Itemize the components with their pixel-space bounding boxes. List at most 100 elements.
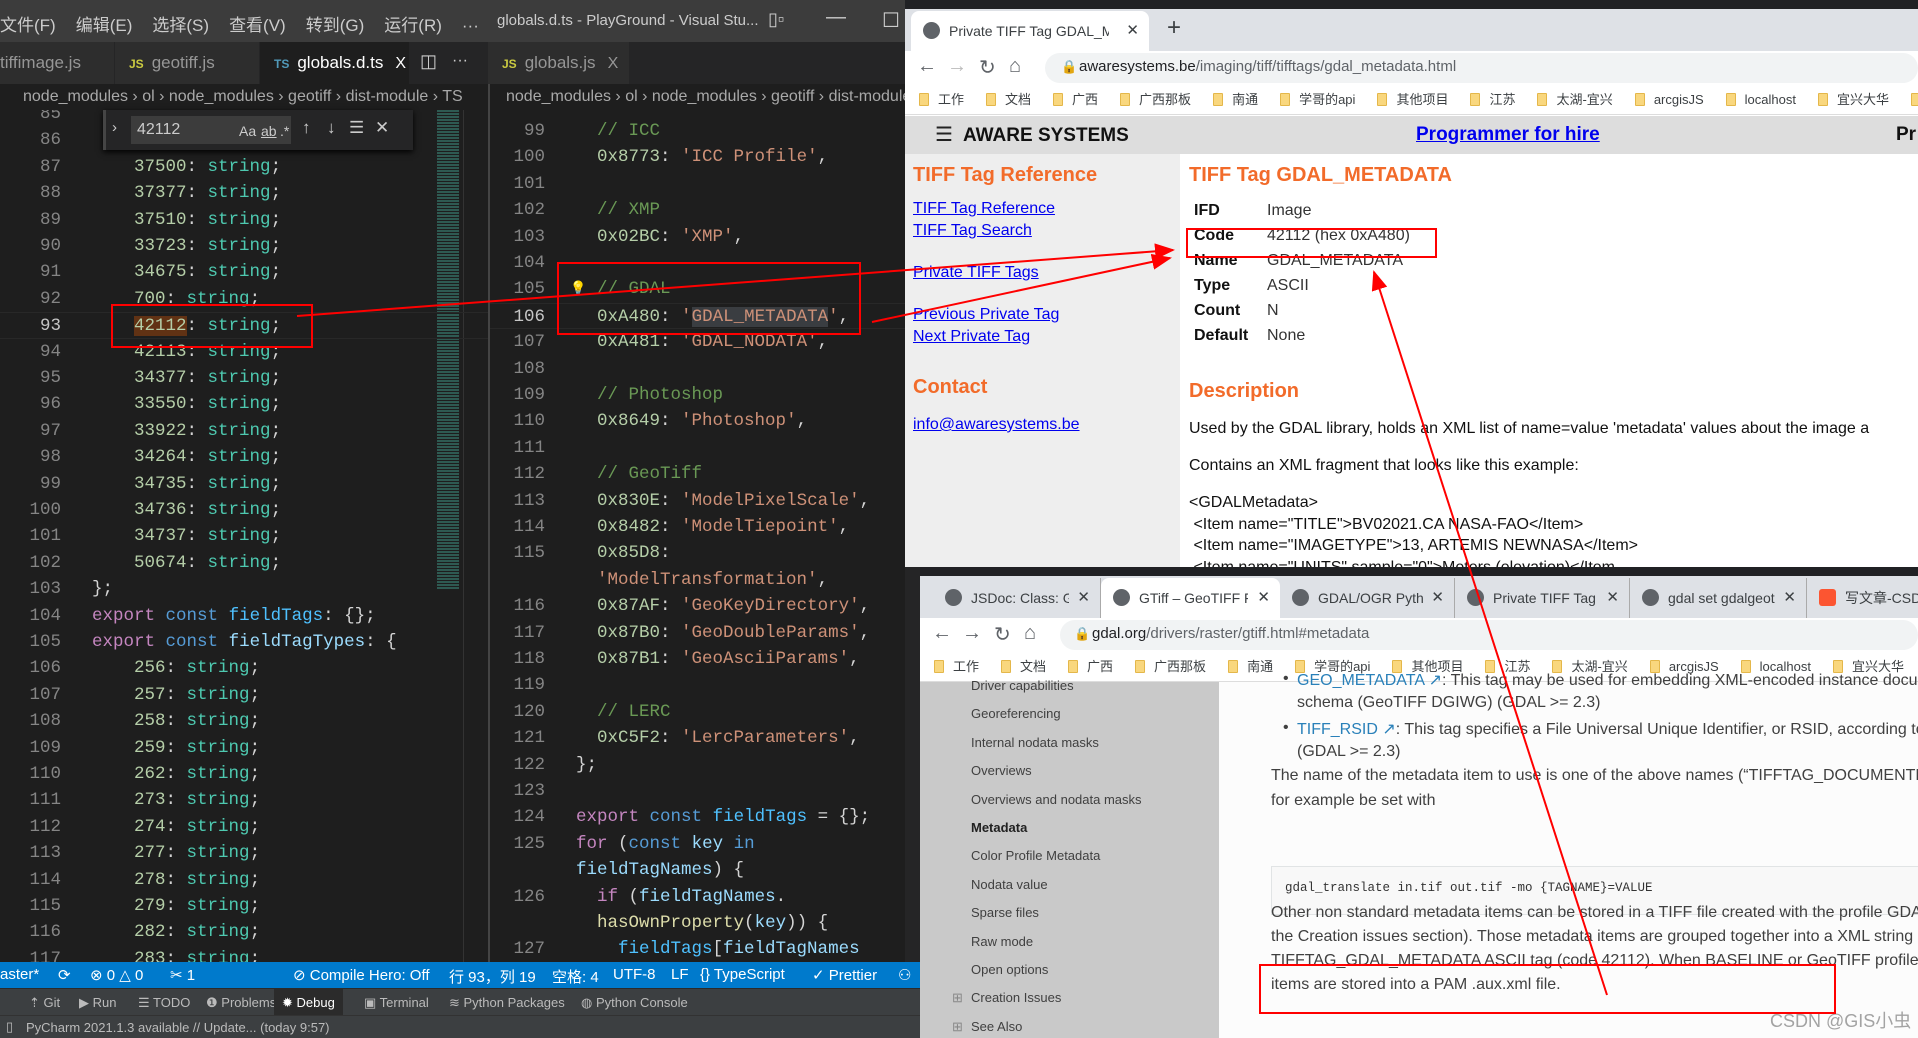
expand-icon[interactable]: ⊞ xyxy=(952,990,963,1006)
code-text[interactable]: 274: string; xyxy=(92,814,260,840)
bookmark[interactable]: 宜兴大华 xyxy=(1817,85,1889,114)
code-text[interactable]: // LERC xyxy=(576,699,671,725)
sidebar-item[interactable]: Metadata xyxy=(971,820,1027,835)
problems-indicator[interactable]: ⊗ 0 △ 0 xyxy=(90,966,143,984)
find-input[interactable]: 42112 Aa ab .* xyxy=(131,116,291,144)
tab-geotiff[interactable]: JS geotiff.js xyxy=(115,42,260,84)
code-text[interactable]: 262: string; xyxy=(92,761,260,787)
indentation[interactable]: 空格: 4 xyxy=(552,966,599,987)
tab-globals-js[interactable]: JS globals.js X xyxy=(488,42,630,84)
code-text[interactable]: 0x87AF: 'GeoKeyDirectory', xyxy=(576,593,870,619)
code-text[interactable]: fieldTagNames) { xyxy=(576,857,744,883)
tab-tiffimage[interactable]: tiffimage.js xyxy=(0,42,115,84)
address-bar[interactable]: 🔒 awaresystems.be/imaging/tiff/tifftags/… xyxy=(1045,53,1918,83)
menu-item[interactable]: 转到(G) xyxy=(306,16,365,35)
nav-link-tiff-tag-reference[interactable]: TIFF Tag Reference xyxy=(913,200,1055,218)
code-text[interactable]: 277: string; xyxy=(92,840,260,866)
sidebar-item[interactable]: Overviews and nodata masks xyxy=(971,792,1142,807)
forward-icon[interactable]: → xyxy=(947,55,967,78)
code-text[interactable]: // ICC xyxy=(576,118,660,144)
compile-hero-status[interactable]: ⊘ Compile Hero: Off xyxy=(293,966,430,984)
code-text[interactable]: 33723: string; xyxy=(92,233,281,259)
code-text[interactable]: export const fieldTagTypes: { xyxy=(92,629,397,655)
browser-tab[interactable]: JSDoc: Class: GeoTI ✕ xyxy=(933,578,1101,618)
bookmark[interactable]: 其他项目 xyxy=(1377,85,1448,114)
code-text[interactable]: 34736: string; xyxy=(92,497,281,523)
bookmark[interactable]: 广西 xyxy=(1068,652,1113,681)
nav-link-private-tiff-tags[interactable]: Private TIFF Tags xyxy=(913,264,1039,282)
code-text[interactable]: 0xA480: 'GDAL_METADATA', xyxy=(576,304,849,330)
close-icon[interactable]: ✕ xyxy=(1126,11,1139,51)
tool-window-todo[interactable]: ☰ TODO xyxy=(138,995,190,1011)
contact-email-link[interactable]: info@awaresystems.be xyxy=(913,416,1080,434)
close-icon[interactable]: ✕ xyxy=(1077,578,1090,618)
address-bar[interactable]: 🔒 gdal.org/drivers/raster/gtiff.html#met… xyxy=(1060,620,1918,650)
bookmark[interactable]: 广西那板 xyxy=(1120,85,1191,114)
lightbulb-icon[interactable]: 💡 xyxy=(570,276,586,302)
code-text[interactable]: }; xyxy=(576,752,597,778)
code-text[interactable]: 37500: string; xyxy=(92,154,281,180)
browser-tab[interactable]: GTiff – GeoTIFF File ✕ xyxy=(1101,578,1280,618)
code-text[interactable]: 256: string; xyxy=(92,655,260,681)
code-text[interactable]: 34675: string; xyxy=(92,259,281,285)
tool-window-python-packages[interactable]: ≋ Python Packages xyxy=(449,995,565,1011)
code-text[interactable]: 0xC5F2: 'LercParameters', xyxy=(576,725,860,751)
arrow-up-icon[interactable]: ↑ xyxy=(302,118,311,138)
browser-tab[interactable]: GDAL/OGR Python ✕ xyxy=(1280,578,1455,618)
code-text[interactable]: 42112: string; xyxy=(92,313,281,339)
sidebar-item[interactable]: Georeferencing xyxy=(971,706,1061,721)
reload-icon[interactable]: ↻ xyxy=(994,622,1011,647)
code-text[interactable]: 33922: string; xyxy=(92,418,281,444)
bookmark[interactable]: 工业 xyxy=(1911,85,1918,114)
tool-window-python-console[interactable]: ◍ Python Console xyxy=(581,995,688,1011)
sidebar-item[interactable]: Raw mode xyxy=(971,934,1033,949)
sidebar-item[interactable]: See Also xyxy=(971,1019,1022,1034)
code-text[interactable]: 42113: string; xyxy=(92,339,281,365)
code-text[interactable]: 0x830E: 'ModelPixelScale', xyxy=(576,488,870,514)
code-text[interactable]: 273: string; xyxy=(92,787,260,813)
home-icon[interactable]: ⌂ xyxy=(1009,55,1021,78)
editor-left[interactable]: 85 86 87 37500: string; 88 37377: string; 89… xyxy=(0,110,488,962)
code-text[interactable]: 34737: string; xyxy=(92,523,281,549)
layout-icon[interactable]: ▯▫ xyxy=(768,9,784,30)
more-actions-icon[interactable]: ··· xyxy=(452,52,468,70)
code-text[interactable]: 34735: string; xyxy=(92,471,281,497)
code-text[interactable]: 0x87B0: 'GeoDoubleParams', xyxy=(576,620,870,646)
minimize-button[interactable]: — xyxy=(826,6,846,29)
close-icon[interactable]: ✕ xyxy=(1783,578,1796,618)
new-tab-button[interactable]: + xyxy=(1167,14,1181,42)
sidebar-item[interactable]: Driver capabilities xyxy=(971,678,1074,693)
programmer-for-hire-link[interactable]: Programmer for hire xyxy=(1416,124,1600,146)
close-icon[interactable]: X xyxy=(608,55,619,72)
prettier-status[interactable]: ✓ Prettier xyxy=(812,966,877,984)
sidebar-item[interactable]: Color Profile Metadata xyxy=(971,848,1100,863)
code-text[interactable]: }; xyxy=(92,576,113,602)
forward-icon[interactable]: → xyxy=(962,622,982,645)
code-text[interactable]: if (fieldTagNames. xyxy=(576,884,786,910)
sidebar-item[interactable]: Internal nodata masks xyxy=(971,735,1099,750)
code-text[interactable]: 0x02BC: 'XMP', xyxy=(576,224,744,250)
browser-tab[interactable]: 写文章-CSDN xyxy=(1807,578,1918,618)
close-icon[interactable]: ✕ xyxy=(375,118,389,138)
code-text[interactable]: 279: string; xyxy=(92,893,260,919)
notification-icon[interactable]: ▯ xyxy=(6,1019,13,1035)
whole-word-toggle[interactable]: ab xyxy=(261,117,277,145)
code-text[interactable]: 0x8649: 'Photoshop', xyxy=(576,408,807,434)
code-text[interactable]: // GeoTiff xyxy=(576,461,702,487)
breadcrumb-right[interactable]: node_modules › ol › node_modules › geoti… xyxy=(490,84,905,110)
menu-icon[interactable]: ☰ xyxy=(935,122,953,147)
bookmark[interactable]: 太湖-宜兴 xyxy=(1537,85,1613,114)
tool-window-terminal[interactable]: ▣ Terminal xyxy=(364,995,429,1011)
code-text[interactable]: 700: string; xyxy=(92,286,260,312)
nav-link-tiff-tag-search[interactable]: TIFF Tag Search xyxy=(913,222,1032,240)
bookmark[interactable]: 江苏 xyxy=(1470,85,1515,114)
eol[interactable]: LF xyxy=(671,966,689,983)
browser-tab-active[interactable]: Private TIFF Tag GDAL_METADATA ✕ xyxy=(911,11,1149,51)
code-text[interactable]: 34377: string; xyxy=(92,365,281,391)
back-icon[interactable]: ← xyxy=(917,55,937,78)
code-text[interactable]: hasOwnProperty(key)) { xyxy=(576,910,828,936)
tool-window-debug[interactable]: ✹ Debug xyxy=(274,989,343,1016)
tools-indicator[interactable]: ✂ 1 xyxy=(170,966,195,984)
code-text[interactable]: 0x8482: 'ModelTiepoint', xyxy=(576,514,849,540)
sync-icon[interactable]: ⟳ xyxy=(58,966,71,984)
